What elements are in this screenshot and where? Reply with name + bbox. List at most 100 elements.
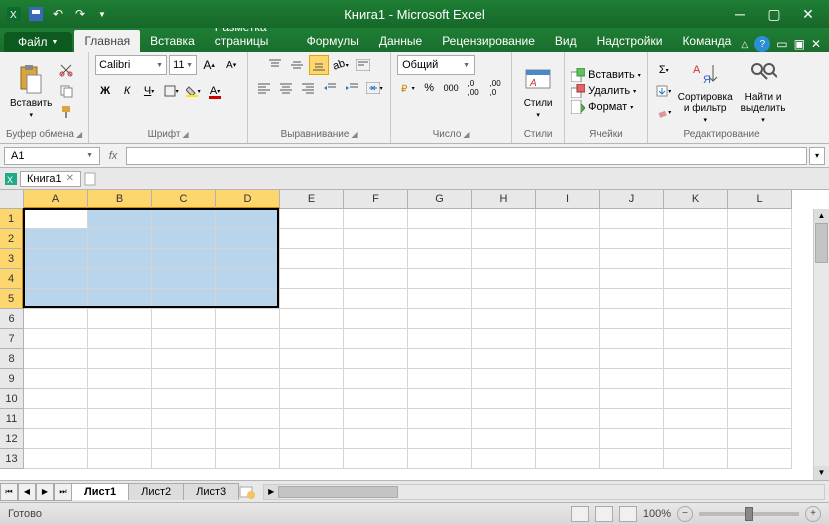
cell[interactable] <box>88 429 152 449</box>
sheet-nav-last[interactable]: ⏭ <box>54 483 72 501</box>
align-bottom-button[interactable] <box>309 55 329 75</box>
cell[interactable] <box>344 429 408 449</box>
format-cells-button[interactable]: Формат▾ <box>571 100 641 114</box>
sheet-tab[interactable]: Лист1 <box>71 483 129 500</box>
column-header[interactable]: D <box>216 190 280 209</box>
close-button[interactable]: ✕ <box>797 5 819 23</box>
sheet-nav-prev[interactable]: ◀ <box>18 483 36 501</box>
cell[interactable] <box>408 289 472 309</box>
cell[interactable] <box>152 329 216 349</box>
column-header[interactable]: E <box>280 190 344 209</box>
row-header[interactable]: 11 <box>0 409 24 429</box>
cell[interactable] <box>216 409 280 429</box>
cell[interactable] <box>472 209 536 229</box>
row-header[interactable]: 9 <box>0 369 24 389</box>
tab-file[interactable]: Файл▼ <box>4 32 72 52</box>
cell[interactable] <box>536 249 600 269</box>
cell[interactable] <box>88 409 152 429</box>
cell[interactable] <box>408 449 472 469</box>
cell[interactable] <box>536 209 600 229</box>
cell[interactable] <box>472 409 536 429</box>
cell[interactable] <box>408 229 472 249</box>
percent-format-button[interactable]: % <box>419 78 439 98</box>
cell[interactable] <box>664 449 728 469</box>
cell[interactable] <box>152 249 216 269</box>
cell[interactable] <box>408 269 472 289</box>
cell[interactable] <box>408 249 472 269</box>
cell[interactable] <box>280 329 344 349</box>
cell[interactable] <box>88 229 152 249</box>
cell[interactable] <box>24 389 88 409</box>
cell[interactable] <box>280 209 344 229</box>
minimize-button[interactable]: ─ <box>729 5 751 23</box>
row-header[interactable]: 3 <box>0 249 24 269</box>
cell[interactable] <box>536 309 600 329</box>
column-header[interactable]: K <box>664 190 728 209</box>
decrease-decimal-button[interactable]: ,00,0 <box>485 78 505 98</box>
cell[interactable] <box>600 409 664 429</box>
tab-addins[interactable]: Надстройки <box>587 30 673 52</box>
cell[interactable] <box>216 209 280 229</box>
align-right-button[interactable] <box>298 78 318 98</box>
merge-button[interactable]: ▾ <box>364 78 384 98</box>
undo-icon[interactable]: ↶ <box>50 6 66 22</box>
doc-minimize-icon[interactable]: ▭ <box>776 37 787 51</box>
row-header[interactable]: 12 <box>0 429 24 449</box>
cell[interactable] <box>152 349 216 369</box>
horizontal-scroll-thumb[interactable] <box>278 486 398 498</box>
zoom-in-button[interactable]: + <box>805 506 821 522</box>
cell[interactable] <box>344 229 408 249</box>
cell[interactable] <box>472 429 536 449</box>
cell[interactable] <box>472 329 536 349</box>
cell[interactable] <box>472 349 536 369</box>
cell[interactable] <box>24 269 88 289</box>
cell[interactable] <box>600 309 664 329</box>
align-top-button[interactable] <box>265 55 285 75</box>
doc-restore-icon[interactable]: ▣ <box>794 37 805 51</box>
cell[interactable] <box>88 389 152 409</box>
tab-insert[interactable]: Вставка <box>140 30 205 52</box>
redo-icon[interactable]: ↷ <box>72 6 88 22</box>
cell[interactable] <box>664 349 728 369</box>
underline-button[interactable]: Ч▾ <box>139 81 159 101</box>
cell[interactable] <box>600 449 664 469</box>
cell[interactable] <box>536 449 600 469</box>
view-page-break-button[interactable] <box>619 506 637 522</box>
tab-home[interactable]: Главная <box>74 30 140 52</box>
cell[interactable] <box>728 369 792 389</box>
cell[interactable] <box>472 449 536 469</box>
formula-expand-button[interactable]: ▾ <box>809 147 825 165</box>
paste-button[interactable]: Вставить▾ <box>6 62 56 121</box>
row-header[interactable]: 7 <box>0 329 24 349</box>
tab-data[interactable]: Данные <box>369 30 432 52</box>
vertical-scroll-thumb[interactable] <box>815 223 828 263</box>
cell[interactable] <box>88 329 152 349</box>
vertical-scrollbar[interactable]: ▲ ▼ <box>813 209 829 480</box>
comma-format-button[interactable]: 000 <box>441 78 461 98</box>
tab-team[interactable]: Команда <box>672 30 741 52</box>
cell[interactable] <box>152 389 216 409</box>
cell[interactable] <box>664 309 728 329</box>
cell[interactable] <box>408 369 472 389</box>
cell[interactable] <box>472 249 536 269</box>
cell[interactable] <box>216 449 280 469</box>
cell[interactable] <box>408 329 472 349</box>
cell[interactable] <box>344 269 408 289</box>
scroll-down-button[interactable]: ▼ <box>814 466 829 480</box>
cell[interactable] <box>728 309 792 329</box>
cell[interactable] <box>88 289 152 309</box>
scroll-right-button[interactable]: ▶ <box>264 485 278 499</box>
cell[interactable] <box>728 329 792 349</box>
document-close-icon[interactable]: ✕ <box>66 173 74 184</box>
align-center-button[interactable] <box>276 78 296 98</box>
cell[interactable] <box>88 309 152 329</box>
row-header[interactable]: 2 <box>0 229 24 249</box>
cell[interactable] <box>664 209 728 229</box>
column-header[interactable]: L <box>728 190 792 209</box>
cell[interactable] <box>344 249 408 269</box>
cell[interactable] <box>88 349 152 369</box>
cell[interactable] <box>728 449 792 469</box>
cell[interactable] <box>280 389 344 409</box>
document-tab[interactable]: Книга1✕ <box>20 171 81 187</box>
alignment-launcher-icon[interactable]: ◢ <box>351 130 357 139</box>
